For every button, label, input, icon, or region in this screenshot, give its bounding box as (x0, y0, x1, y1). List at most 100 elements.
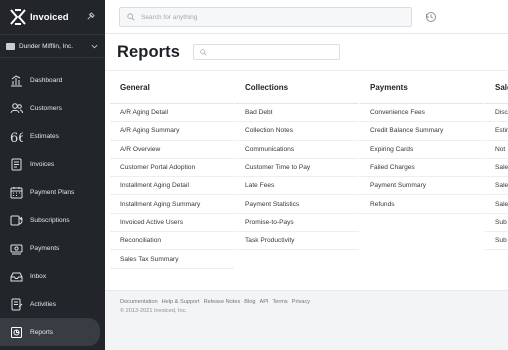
report-link[interactable]: Bad Debt (235, 104, 359, 123)
account-switcher[interactable]: Dunder Mifflin, Inc. (0, 34, 105, 58)
sidebar-item-invoices[interactable]: Invoices (0, 150, 105, 178)
report-link[interactable]: Customer Portal Adoption (110, 159, 234, 178)
quote-icon: 66 (10, 130, 23, 143)
sidebar-item-label: Payment Plans (30, 188, 75, 196)
sidebar-item-reports[interactable]: Reports (0, 318, 100, 346)
sidebar-item-estimates[interactable]: 66 Estimates (0, 122, 105, 150)
chevron-down-icon (91, 44, 98, 49)
page-header: Reports (105, 34, 508, 71)
sidebar-item-customers[interactable]: Customers (0, 94, 105, 122)
report-link[interactable]: Sub (485, 232, 508, 251)
sidebar-item-label: Dashboard (30, 76, 63, 84)
invoice-icon (10, 158, 23, 171)
search-icon (200, 48, 207, 56)
search-input[interactable] (141, 13, 391, 21)
main-content: Reports General A/R Aging Detail A/R Agi… (105, 34, 508, 350)
column-heading: Payments (360, 71, 484, 104)
report-link[interactable]: A/R Overview (110, 141, 234, 159)
sidebar-item-payment-plans[interactable]: Payment Plans (0, 178, 105, 206)
report-link[interactable]: Customer Time to Pay (235, 159, 359, 178)
page-title: Reports (117, 42, 181, 61)
report-column-payments: Payments Convenience Fees Credit Balance… (360, 71, 484, 214)
sidebar-item-subscriptions[interactable]: Subscriptions (0, 206, 105, 234)
report-link[interactable]: Sub (485, 214, 508, 233)
sidebar: Invoiced Dunder Mifflin, Inc. Dashboard … (0, 0, 105, 350)
sidebar-item-label: Subscriptions (30, 216, 70, 224)
report-link[interactable]: Credit Balance Summary (360, 122, 484, 141)
report-link[interactable]: Failed Charges (360, 159, 484, 178)
sidebar-item-payments[interactable]: Payments (0, 234, 105, 262)
report-link[interactable]: Promise-to-Pays (235, 214, 359, 233)
svg-text:66: 66 (10, 131, 23, 143)
users-icon (10, 102, 23, 115)
report-link[interactable]: Not (485, 141, 508, 159)
sidebar-item-label: Inbox (30, 272, 47, 280)
report-link[interactable]: Sales Tax Summary (110, 250, 234, 269)
calendar-icon (10, 186, 23, 199)
column-heading: Sale (485, 71, 508, 104)
sidebar-item-label: Invoices (30, 160, 55, 168)
report-link[interactable]: Reconciliation (110, 232, 234, 251)
footer-link-documentation[interactable]: Documentation (120, 299, 158, 305)
payments-icon (10, 242, 23, 255)
footer-links: Documentation Help & Support Release Not… (120, 299, 310, 305)
report-link[interactable]: Collection Notes (235, 122, 359, 141)
inbox-icon (10, 270, 23, 283)
search-icon (127, 13, 135, 21)
sidebar-item-dashboard[interactable]: Dashboard (0, 66, 105, 94)
sidebar-item-label: Estimates (30, 132, 59, 140)
footer-link-api[interactable]: API (259, 299, 268, 305)
global-search[interactable] (119, 7, 412, 27)
top-bar (105, 0, 508, 34)
sidebar-item-label: Customers (30, 104, 62, 112)
report-link[interactable]: Payment Summary (360, 177, 484, 196)
column-heading: General (110, 71, 234, 104)
sidebar-item-label: Reports (30, 328, 54, 336)
sidebar-nav: Dashboard Customers 66 Estimates Invoice… (0, 66, 105, 346)
report-link[interactable]: Installment Aging Detail (110, 177, 234, 196)
report-column-sales: Sale Disco Estim Not Sale Sale Sale Sub … (485, 71, 508, 251)
company-icon (6, 42, 15, 50)
account-name: Dunder Mifflin, Inc. (19, 42, 74, 50)
report-link[interactable]: Payment Statistics (235, 195, 359, 214)
footer-link-blog[interactable]: Blog (244, 299, 255, 305)
footer-link-release-notes[interactable]: Release Notes (204, 299, 241, 305)
report-link[interactable]: Convenience Fees (360, 104, 484, 123)
report-link[interactable]: Sale (485, 177, 508, 196)
pin-icon[interactable] (86, 12, 95, 21)
footer: Documentation Help & Support Release Not… (105, 290, 508, 350)
footer-link-terms[interactable]: Terms (273, 299, 288, 305)
report-link[interactable]: Refunds (360, 195, 484, 214)
brand[interactable]: Invoiced (0, 0, 105, 34)
footer-link-help[interactable]: Help & Support (162, 299, 200, 305)
reports-icon (10, 326, 23, 339)
subscriptions-icon (10, 214, 23, 227)
report-columns: General A/R Aging Detail A/R Aging Summa… (105, 71, 508, 289)
report-link[interactable]: Invoiced Active Users (110, 214, 234, 233)
report-link[interactable]: Installment Aging Summary (110, 195, 234, 214)
sidebar-item-activities[interactable]: Activities (0, 290, 105, 318)
report-link[interactable]: A/R Aging Detail (110, 104, 234, 123)
report-link[interactable]: Disco (485, 104, 508, 123)
activities-icon (10, 298, 23, 311)
report-link[interactable]: A/R Aging Summary (110, 122, 234, 141)
copyright: © 2013-2021 Invoiced, Inc. (120, 308, 187, 314)
report-link[interactable]: Expiring Cards (360, 141, 484, 159)
history-icon[interactable] (425, 11, 437, 23)
reports-search[interactable] (193, 44, 341, 60)
invoiced-logo-icon (10, 9, 26, 25)
report-column-collections: Collections Bad Debt Collection Notes Co… (235, 71, 359, 251)
sidebar-item-inbox[interactable]: Inbox (0, 262, 105, 290)
sidebar-item-label: Activities (30, 300, 57, 308)
report-link[interactable]: Estim (485, 122, 508, 141)
report-column-general: General A/R Aging Detail A/R Aging Summa… (110, 71, 234, 269)
report-link[interactable]: Task Productivity (235, 232, 359, 251)
sidebar-item-label: Payments (30, 244, 60, 252)
dashboard-chart-icon (10, 74, 23, 87)
brand-name: Invoiced (30, 11, 69, 23)
footer-link-privacy[interactable]: Privacy (292, 299, 310, 305)
report-link[interactable]: Sale (485, 195, 508, 214)
report-link[interactable]: Late Fees (235, 177, 359, 196)
report-link[interactable]: Communications (235, 141, 359, 159)
report-link[interactable]: Sale (485, 159, 508, 178)
